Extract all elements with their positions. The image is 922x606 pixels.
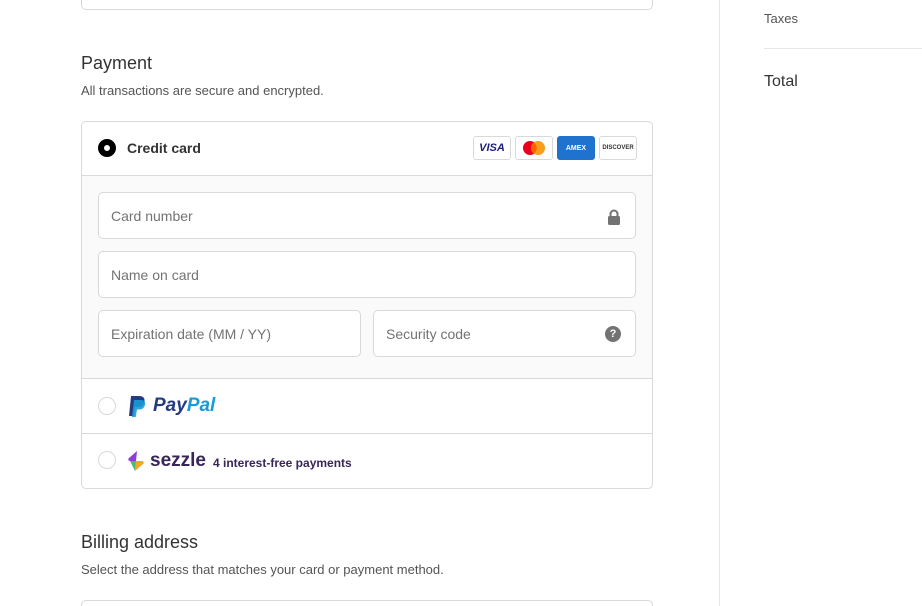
billing-address-options[interactable]: [81, 600, 653, 606]
name-on-card-field[interactable]: [98, 251, 636, 298]
discover-logo-text: DISCOVER: [602, 145, 634, 151]
credit-card-option[interactable]: Credit card VISA AMEX DISCOVER: [82, 122, 652, 175]
payment-title: Payment: [81, 53, 153, 73]
paypal-radio[interactable]: [98, 397, 116, 415]
paypal-p-icon: [129, 396, 146, 417]
lock-icon: [608, 209, 620, 225]
credit-card-form: ?: [82, 175, 652, 379]
question-circle-icon[interactable]: ?: [605, 326, 621, 342]
expiration-date-field[interactable]: [98, 310, 361, 357]
paypal-logo: PayPal: [127, 394, 215, 418]
sezzle-wordmark: sezzle: [150, 450, 206, 471]
expiration-date-input[interactable]: [99, 311, 360, 356]
sezzle-tagline: 4 interest-free payments: [212, 455, 352, 470]
security-code-field[interactable]: ?: [373, 310, 636, 357]
visa-logo-icon: VISA: [473, 136, 511, 160]
billing-address-title: Billing address: [81, 532, 199, 552]
checkout-main: Payment All transactions are secure and …: [0, 0, 719, 606]
summary-divider: [764, 48, 922, 49]
paypal-word-dark: Pay: [153, 395, 187, 416]
previous-section-box: [81, 0, 653, 10]
card-brand-logos: VISA AMEX DISCOVER: [473, 136, 637, 160]
sezzle-logo: sezzle 4 interest-free payments: [127, 450, 352, 472]
paypal-option[interactable]: PayPal: [82, 379, 652, 434]
sezzle-radio[interactable]: [98, 451, 116, 469]
card-number-field[interactable]: [98, 192, 636, 239]
paypal-word-light: Pal: [186, 395, 216, 416]
sezzle-s-icon: [128, 451, 144, 471]
billing-address-subtitle: Select the address that matches your car…: [81, 562, 444, 577]
security-code-input[interactable]: [374, 311, 635, 356]
payment-subtitle: All transactions are secure and encrypte…: [81, 83, 324, 98]
order-summary: Taxes Total: [719, 0, 922, 606]
credit-card-radio[interactable]: [98, 139, 116, 157]
sezzle-option[interactable]: sezzle 4 interest-free payments: [82, 434, 652, 488]
total-label: Total: [764, 73, 798, 90]
credit-card-label: Credit card: [127, 140, 201, 156]
discover-logo-icon: DISCOVER: [599, 136, 637, 160]
name-on-card-input[interactable]: [99, 252, 635, 297]
taxes-label: Taxes: [764, 11, 798, 26]
mastercard-logo-icon: [515, 136, 553, 160]
payment-methods: Credit card VISA AMEX DISCOVER Card numb…: [81, 121, 653, 489]
amex-logo-icon: AMEX: [557, 136, 595, 160]
card-number-input[interactable]: [99, 193, 635, 238]
